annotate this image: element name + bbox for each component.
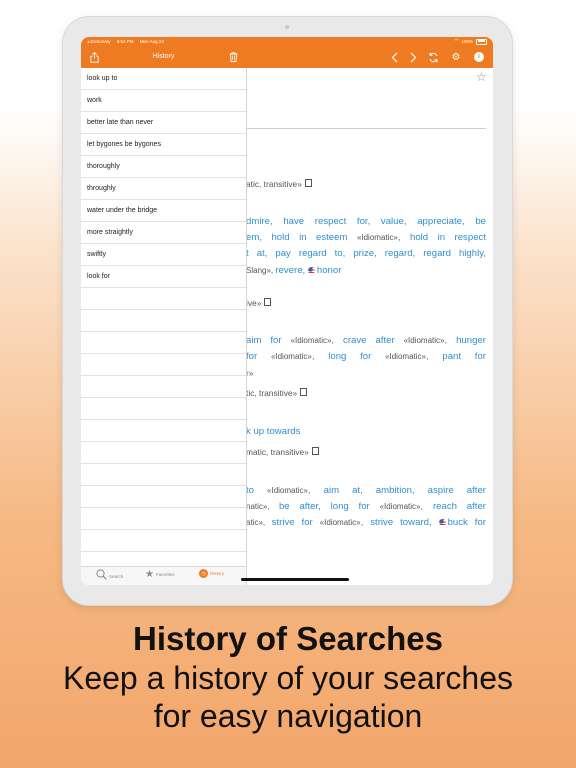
info-icon[interactable]: i xyxy=(472,50,486,64)
entry-line: r» xyxy=(246,368,254,378)
entry-divider xyxy=(246,128,486,129)
history-item[interactable]: more straightly xyxy=(81,222,246,244)
tab-history-label: History xyxy=(210,571,225,576)
history-empty-row xyxy=(81,376,246,398)
synonym-line[interactable]: em, hold in esteem «Idiomatic», hold in … xyxy=(246,232,486,243)
favorite-star-icon[interactable]: ☆ xyxy=(476,70,487,84)
history-item[interactable]: let bygones be bygones xyxy=(81,134,246,156)
synonym-line[interactable]: k up towards xyxy=(246,426,486,437)
front-camera xyxy=(285,25,289,29)
dictionary-entry: ☆ atic, transitive» dmire, have respect … xyxy=(246,68,493,585)
trash-icon[interactable] xyxy=(226,50,240,64)
checkbox-icon[interactable] xyxy=(304,179,312,187)
synonym-line[interactable]: dmire, have respect for, value, apprecia… xyxy=(246,216,486,227)
checkbox-icon[interactable] xyxy=(311,447,319,455)
history-item[interactable]: swiftly xyxy=(81,244,246,266)
synonym-line[interactable]: to «Idiomatic», aim at, ambition, aspire… xyxy=(246,485,486,496)
history-empty-row xyxy=(81,310,246,332)
entry-line: atic, transitive» xyxy=(246,179,486,189)
ipad-device-frame: ◂ Dictionary 6:54 PM Mon Aug 24 ◠ 100% H… xyxy=(63,17,512,605)
synonym-line[interactable]: Slang», revere, honor xyxy=(246,265,486,276)
star-icon: ★ xyxy=(145,569,154,580)
status-bar: ◂ Dictionary 6:54 PM Mon Aug 24 ◠ 100% xyxy=(81,37,493,46)
checkbox-icon[interactable] xyxy=(264,298,272,306)
entry-line: ive» xyxy=(246,298,486,308)
battery-icon xyxy=(476,38,487,45)
history-item[interactable]: better late than never xyxy=(81,112,246,134)
history-item[interactable]: look for xyxy=(81,266,246,288)
forward-arrow-icon[interactable] xyxy=(406,50,420,64)
history-empty-row xyxy=(81,530,246,552)
home-indicator[interactable] xyxy=(241,578,349,581)
tab-history[interactable]: ◷ History xyxy=(199,569,224,578)
synonym-line[interactable]: for «Idiomatic», long for «Idiomatic», p… xyxy=(246,351,486,362)
gear-icon[interactable]: ⚙ xyxy=(449,50,463,64)
app-screen: ◂ Dictionary 6:54 PM Mon Aug 24 ◠ 100% H… xyxy=(81,37,493,585)
synonym-line[interactable]: natic», be after, long for «Idiomatic», … xyxy=(246,501,486,512)
tab-favorites[interactable]: ★ Favorites xyxy=(145,569,174,580)
caption-title: History of Searches xyxy=(133,620,443,657)
history-item[interactable]: water under the bridge xyxy=(81,200,246,222)
history-empty-row xyxy=(81,354,246,376)
history-empty-row xyxy=(81,398,246,420)
us-flag-icon xyxy=(307,267,315,274)
history-empty-row xyxy=(81,442,246,464)
tab-search[interactable]: Search xyxy=(96,569,123,583)
history-list: look up to work better late than never let … xyxy=(81,68,246,574)
history-item[interactable]: work xyxy=(81,90,246,112)
history-empty-row xyxy=(81,464,246,486)
tab-search-label: Search xyxy=(109,573,124,579)
history-empty-row xyxy=(81,486,246,508)
history-item[interactable]: look up to xyxy=(81,68,246,90)
synonym-line[interactable]: aim for «Idiomatic», crave after «Idioma… xyxy=(246,335,486,346)
history-item[interactable]: thoroughly xyxy=(81,156,246,178)
caption-subtitle-line1: Keep a history of your searches xyxy=(62,660,513,696)
nav-bar: History ⚙ i xyxy=(81,46,493,68)
tab-favorites-label: Favorites xyxy=(155,572,175,577)
tab-bar: Search ★ Favorites ◷ History xyxy=(81,566,246,585)
status-back-app[interactable]: ◂ Dictionary xyxy=(87,39,111,44)
refresh-icon[interactable] xyxy=(426,50,440,64)
back-arrow-icon[interactable] xyxy=(388,50,402,64)
synonym-line[interactable]: t at, pay regard to, prize, regard, rega… xyxy=(246,248,486,259)
us-flag-icon xyxy=(438,519,446,526)
wifi-icon: ◠ xyxy=(454,38,459,44)
entry-line: tic, transitive» xyxy=(246,388,486,398)
history-empty-row xyxy=(81,420,246,442)
history-item[interactable]: throughly xyxy=(81,178,246,200)
entry-line: matic, transitive» xyxy=(246,447,486,457)
history-empty-row xyxy=(81,332,246,354)
history-empty-row xyxy=(81,508,246,530)
synonym-line[interactable]: atic», strive for «Idiomatic», strive to… xyxy=(246,517,486,528)
info-label: i xyxy=(474,52,484,62)
status-date: Mon Aug 24 xyxy=(139,39,164,44)
battery-percent: 100% xyxy=(461,39,473,44)
search-icon xyxy=(96,569,107,583)
history-empty-row xyxy=(81,288,246,310)
status-time: 6:54 PM xyxy=(116,39,134,44)
caption-subtitle-line2: for easy navigation xyxy=(153,698,423,734)
history-title: History xyxy=(152,53,175,60)
history-icon: ◷ xyxy=(199,569,208,578)
checkbox-icon[interactable] xyxy=(300,388,308,396)
history-sidebar: look up to work better late than never let … xyxy=(81,68,247,585)
